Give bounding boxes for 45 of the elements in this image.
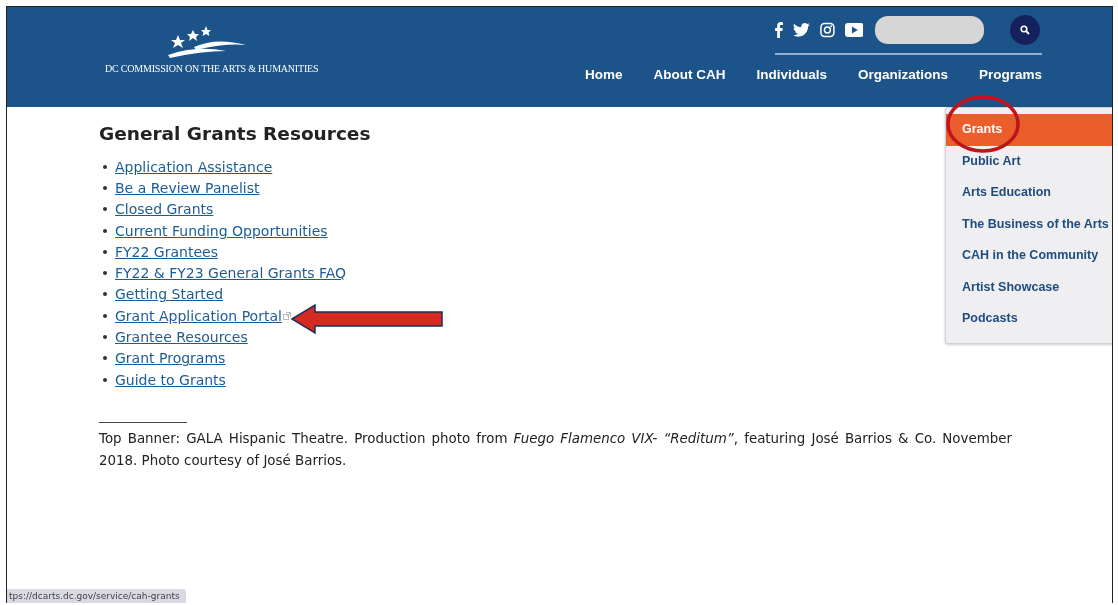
nav-link[interactable]: Individuals [756, 67, 827, 82]
nav-link[interactable]: Home [584, 67, 623, 82]
resource-link[interactable]: Grant Application Portal [115, 307, 282, 324]
menu-item[interactable]: Public Art [946, 145, 1112, 177]
bullet-icon [103, 292, 107, 297]
resource-link[interactable]: FY22 Grantees [115, 243, 218, 260]
logo-text: DC COMMISSION ON THE ARTS & HUMANITIES [105, 63, 319, 74]
search-button[interactable] [1010, 15, 1040, 45]
resource-link[interactable]: Grant Programs [115, 350, 226, 367]
page-heading: General Grants Resources [99, 123, 371, 144]
bullet-icon [103, 313, 107, 318]
menu-item[interactable]: The Business of the Arts [946, 208, 1112, 240]
menu-item[interactable]: Arts Education [946, 177, 1112, 209]
bullet-icon [103, 377, 107, 382]
status-bar-url: tps://dcarts.dc.gov/service/cah-grants [7, 589, 186, 603]
nav-link[interactable]: About CAH [653, 67, 726, 82]
twitter-icon[interactable] [792, 22, 810, 38]
resource-link[interactable]: Closed Grants [115, 201, 214, 218]
bullet-icon [103, 185, 107, 190]
bullet-icon [103, 228, 107, 233]
facebook-icon[interactable] [775, 22, 783, 38]
youtube-icon[interactable] [844, 22, 864, 38]
resource-link[interactable]: Be a Review Panelist [115, 179, 260, 196]
search-icon [1020, 25, 1031, 35]
nav-link[interactable]: Organizations [857, 67, 948, 82]
bullet-icon [103, 271, 107, 276]
resource-link[interactable]: Guide to Grants [115, 371, 226, 388]
instagram-icon[interactable] [819, 22, 835, 38]
menu-item[interactable]: Podcasts [946, 303, 1112, 335]
resource-link[interactable]: Getting Started [115, 286, 224, 303]
menu-item[interactable]: CAH in the Community [946, 240, 1112, 272]
resource-link[interactable]: Current Funding Opportunities [115, 222, 328, 239]
external-link-icon [282, 311, 291, 320]
bullet-icon [103, 249, 107, 254]
resource-link[interactable]: Grantee Resources [115, 329, 248, 345]
search-field[interactable] [875, 16, 985, 44]
bullet-icon [103, 164, 107, 169]
bullet-icon [103, 356, 107, 361]
footnote-text: Top Banner: GALA Hispanic Theatre. Production photo from Fuego Flamenco VIX- “Reditum”, featuring José Barrios & Co. November 2018. Photo courtesy of José Barrios. [99, 430, 1012, 471]
bullet-icon [103, 207, 107, 212]
resource-link[interactable]: FY22 & FY23 General Grants FAQ [115, 265, 347, 282]
bullet-icon [103, 335, 107, 339]
nav-link[interactable]: Programs [978, 67, 1042, 82]
resource-link[interactable]: Application Assistance [115, 158, 273, 175]
menu-item[interactable]: Artist Showcase [946, 271, 1112, 303]
